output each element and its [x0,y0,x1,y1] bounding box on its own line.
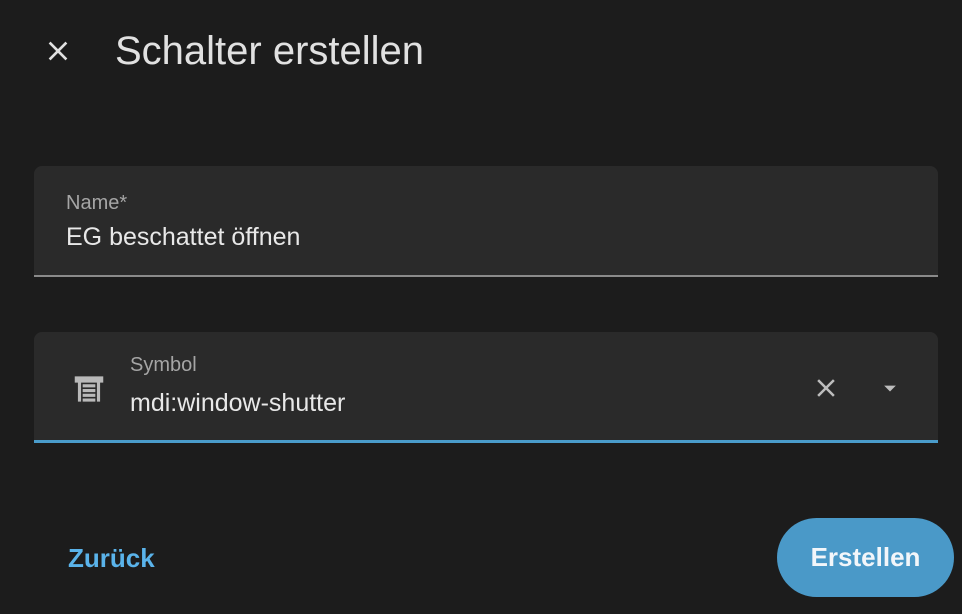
symbol-dropdown-button[interactable] [870,366,910,410]
create-button[interactable]: Erstellen [777,518,954,597]
dialog-header: Schalter erstellen [0,0,962,100]
close-icon [817,379,835,397]
clear-symbol-button[interactable] [804,366,848,410]
symbol-field-value[interactable]: mdi:window-shutter [130,389,345,418]
dialog-title: Schalter erstellen [115,29,425,73]
chevron-down-icon [884,385,896,392]
create-switch-dialog: Schalter erstellen Name* EG beschattet ö… [0,0,962,614]
close-icon [48,41,68,61]
name-field-label: Name* [66,192,128,214]
symbol-field-label: Symbol [130,354,197,376]
name-field[interactable]: Name* EG beschattet öffnen [34,166,938,277]
back-button[interactable]: Zurück [52,530,171,586]
close-button[interactable] [34,27,82,75]
symbol-field[interactable]: Symbol mdi:window-shutter [34,332,938,443]
window-shutter-icon [74,376,104,402]
name-field-value[interactable]: EG beschattet öffnen [66,223,300,252]
